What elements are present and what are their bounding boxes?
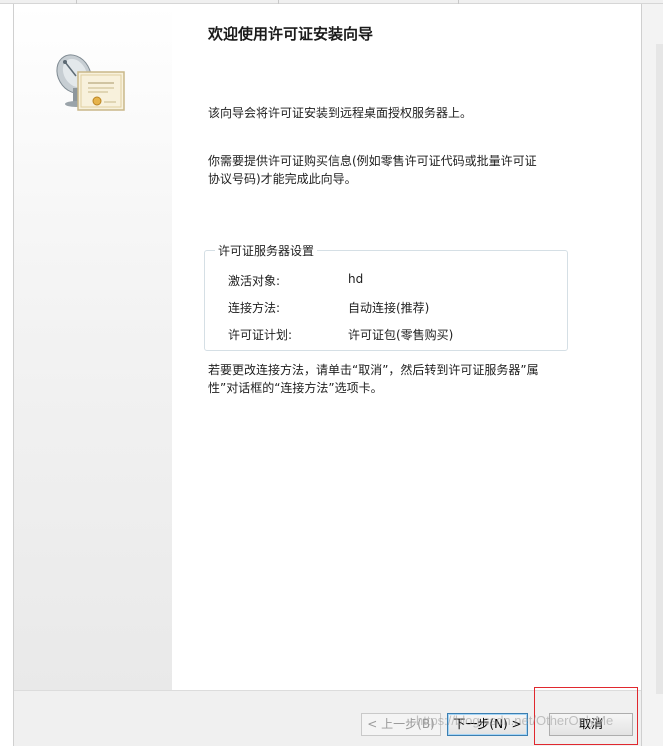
setting-value: 自动连接(推荐) bbox=[348, 301, 430, 315]
right-edge-accent bbox=[656, 44, 663, 694]
change-method-note-line: 性”对话框的“连接方法”选项卡。 bbox=[208, 381, 383, 395]
license-server-settings-group: 许可证服务器设置 激活对象: hd 连接方法: 自动连接(推荐) 许可证计划: … bbox=[204, 242, 568, 351]
change-method-note-line: 若要更改连接方法，请单击“取消”，然后转到许可证服务器”属 bbox=[208, 363, 539, 377]
group-legend: 许可证服务器设置 bbox=[215, 242, 318, 259]
required-info-line: 你需要提供许可证购买信息(例如零售许可证代码或批量许可证 bbox=[208, 154, 537, 168]
wizard-side-panel bbox=[14, 4, 172, 690]
required-info-text: 你需要提供许可证购买信息(例如零售许可证代码或批量许可证 协议号码)才能完成此向… bbox=[208, 152, 553, 188]
change-method-note: 若要更改连接方法，请单击“取消”，然后转到许可证服务器”属 性”对话框的“连接方… bbox=[208, 361, 568, 397]
right-window-edge bbox=[641, 4, 663, 746]
required-info-line: 协议号码)才能完成此向导。 bbox=[208, 172, 357, 186]
left-window-edge bbox=[0, 4, 14, 746]
wizard-content: 欢迎使用许可证安装向导 该向导会将许可证安装到远程桌面授权服务器上。 你需要提供… bbox=[172, 4, 641, 690]
setting-label: 许可证计划: bbox=[228, 328, 293, 342]
page-title: 欢迎使用许可证安装向导 bbox=[208, 25, 374, 43]
intro-text: 该向导会将许可证安装到远程桌面授权服务器上。 bbox=[208, 106, 473, 120]
setting-value: hd bbox=[348, 272, 364, 286]
setting-label: 连接方法: bbox=[228, 301, 281, 315]
watermark: https://blog.csdn.net/OtherOnlyMe bbox=[416, 713, 614, 728]
satellite-dish-certificate-icon bbox=[56, 54, 125, 111]
setting-value: 许可证包(零售购买) bbox=[348, 328, 454, 342]
setting-label: 激活对象: bbox=[228, 274, 281, 288]
